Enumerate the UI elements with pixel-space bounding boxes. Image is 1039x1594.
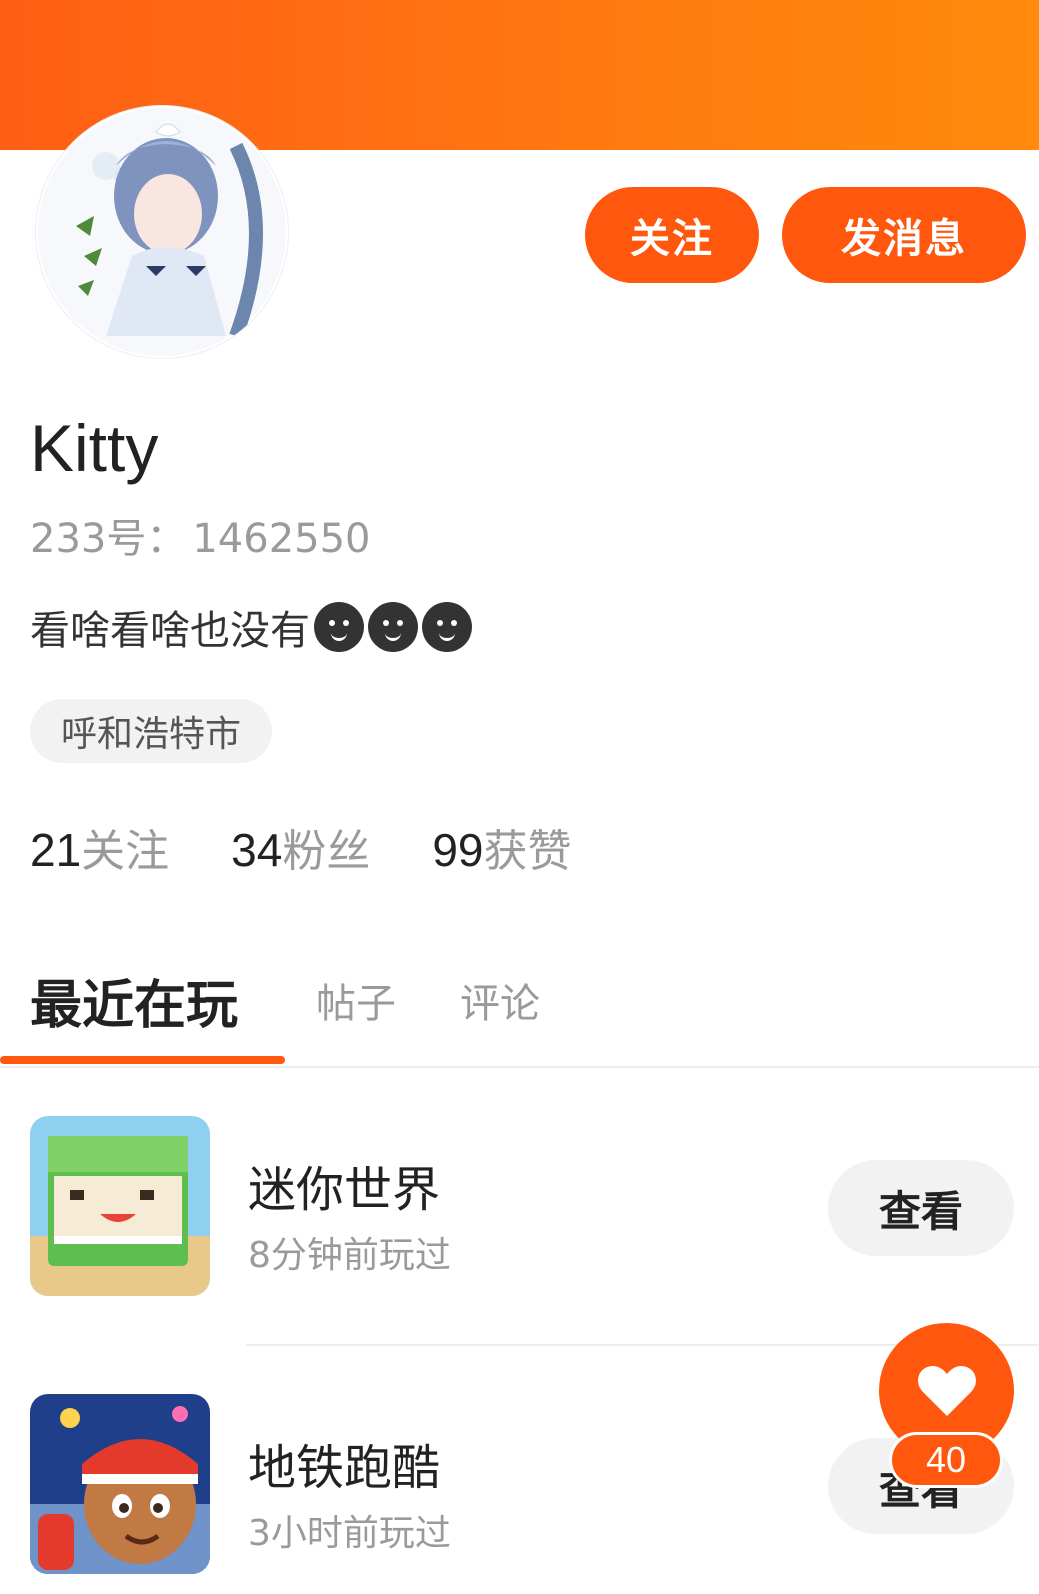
- tab-posts[interactable]: 帖子: [316, 960, 396, 1040]
- stat-following[interactable]: 21 关注: [30, 815, 169, 879]
- heart-icon: [917, 1365, 976, 1416]
- list-item[interactable]: 迷你世界 8分钟前玩过 查看: [0, 1116, 1039, 1316]
- face-emoji-icon: [368, 602, 418, 652]
- subway-surfers-icon: [30, 1394, 210, 1574]
- tab-comments[interactable]: 评论: [460, 960, 540, 1040]
- tab-recently-played[interactable]: 最近在玩: [30, 960, 238, 1040]
- profile-stats: 21 关注 34 粉丝 99 获赞: [30, 815, 634, 879]
- user-id-label: 233号：: [30, 516, 187, 562]
- mini-world-icon: [30, 1116, 210, 1296]
- follow-button[interactable]: 关注: [585, 187, 759, 283]
- like-count-badge: 40: [889, 1432, 1003, 1488]
- face-emoji-icon: [314, 602, 364, 652]
- avatar[interactable]: [36, 106, 288, 358]
- stat-value: 34: [231, 824, 283, 876]
- stat-followers[interactable]: 34 粉丝: [231, 815, 370, 879]
- user-id: 233号： 1462550: [30, 506, 371, 564]
- stat-value: 99: [432, 824, 484, 876]
- active-tab-indicator: [0, 1056, 285, 1064]
- stat-label: 粉丝: [282, 826, 371, 877]
- game-name: 地铁跑酷: [248, 1440, 441, 1496]
- avatar-illustration: [38, 108, 286, 356]
- view-button[interactable]: 查看: [828, 1160, 1014, 1256]
- last-played-time: 3小时前玩过: [248, 1513, 451, 1554]
- bio: 看啥看啥也没有: [30, 598, 472, 656]
- face-emoji-icon: [422, 602, 472, 652]
- location-tag: 呼和浩特市: [30, 699, 272, 763]
- user-id-value: 1462550: [192, 516, 371, 562]
- game-name: 迷你世界: [248, 1162, 441, 1218]
- last-played-time: 8分钟前玩过: [248, 1235, 451, 1276]
- send-message-button[interactable]: 发消息: [782, 187, 1026, 283]
- stat-label: 关注: [81, 826, 170, 877]
- stat-label: 获赞: [483, 826, 572, 877]
- stat-likes[interactable]: 99 获赞: [432, 815, 571, 879]
- stat-value: 21: [30, 824, 82, 876]
- list-item[interactable]: 地铁跑酷 3小时前玩过 查看: [0, 1394, 1039, 1594]
- tabs-divider: [0, 1066, 1039, 1068]
- username: Kitty: [30, 411, 159, 485]
- bio-text: 看啥看啥也没有: [30, 608, 310, 654]
- profile-tabs: 最近在玩 帖子 评论: [0, 960, 1039, 1068]
